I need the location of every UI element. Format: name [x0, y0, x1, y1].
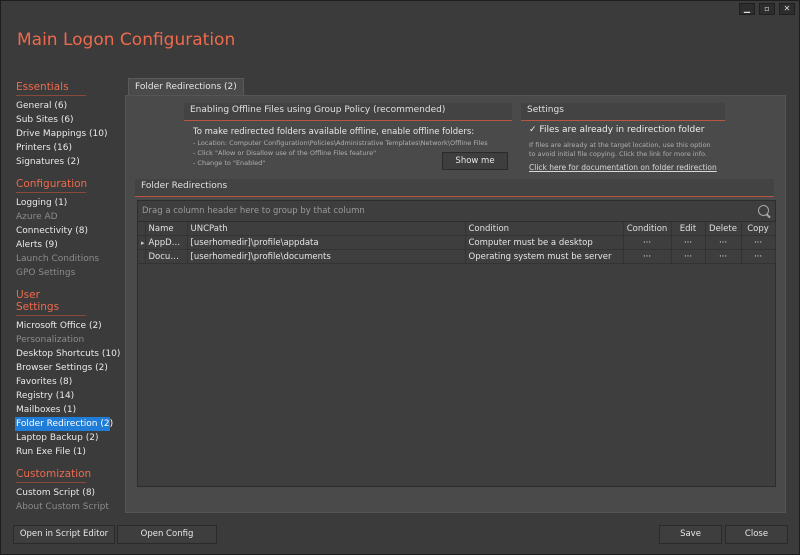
checkmark-icon: ✓: [529, 125, 537, 135]
cell-name[interactable]: AppData: [145, 235, 188, 250]
indicator-header: [138, 222, 146, 236]
row-indicator-icon: [138, 249, 146, 264]
row-indicator-icon: ▸: [138, 235, 146, 250]
tab-folder-redirections[interactable]: Folder Redirections (2): [128, 78, 244, 96]
sidebar-item-printers[interactable]: Printers (16): [15, 141, 119, 155]
sidebar-item-favorites[interactable]: Favorites (8): [15, 375, 119, 389]
offline-intro-text: To make redirected folders available off…: [193, 127, 475, 137]
sidebar-item-logging[interactable]: Logging (1): [15, 196, 119, 210]
cell-condition[interactable]: Operating system must be server: [465, 249, 624, 264]
table-row[interactable]: Documents [userhomedir]\profile\document…: [138, 249, 776, 264]
cell-uncpath[interactable]: [userhomedir]\profile\documents: [187, 249, 466, 264]
grid-section-header: Folder Redirections: [135, 179, 774, 197]
sidebar-item-mailboxes[interactable]: Mailboxes (1): [15, 403, 119, 417]
cell-name[interactable]: Documents: [145, 249, 188, 264]
column-header-name[interactable]: Name: [145, 222, 188, 236]
sidebar-item-sub-sites[interactable]: Sub Sites (6): [15, 113, 119, 127]
already-in-folder-checkbox[interactable]: ✓ Files are already in redirection folde…: [529, 125, 704, 135]
column-header-uncpath[interactable]: UNCPath: [187, 222, 466, 236]
offline-step-enable: - Change to "Enabled": [193, 159, 266, 167]
column-header-condition[interactable]: Condition: [465, 222, 624, 236]
main-window: ▁ ▫ ✕ Main Logon Configuration Essential…: [0, 0, 800, 555]
close-icon[interactable]: ✕: [779, 3, 795, 15]
sidebar-item-custom-script[interactable]: Custom Script (8): [15, 486, 119, 500]
section-customization: Customization: [16, 468, 91, 483]
save-button[interactable]: Save: [659, 525, 722, 544]
close-button[interactable]: Close: [725, 525, 788, 544]
cell-condition[interactable]: Computer must be a desktop: [465, 235, 624, 250]
table-header-row: Name UNCPath Condition Condition Edit De…: [138, 222, 776, 236]
redirections-grid: Drag a column header here to group by th…: [137, 200, 776, 487]
search-icon[interactable]: [758, 205, 769, 216]
sidebar-item-about-custom-script[interactable]: About Custom Script: [15, 500, 119, 514]
edit-button[interactable]: ···: [671, 235, 706, 250]
section-configuration: Configuration: [16, 178, 87, 193]
sidebar-item-drive-mappings[interactable]: Drive Mappings (10): [15, 127, 119, 141]
open-config-button[interactable]: Open Config: [117, 525, 217, 544]
table-row[interactable]: ▸ AppData [userhomedir]\profile\appdata …: [138, 235, 776, 250]
delete-button[interactable]: ···: [705, 235, 742, 250]
sidebar-item-folder-redirection[interactable]: Folder Redirection (2): [15, 417, 113, 431]
sidebar-item-microsoft-office[interactable]: Microsoft Office (2): [15, 319, 119, 333]
cell-uncpath[interactable]: [userhomedir]\profile\appdata: [187, 235, 466, 250]
sidebar-item-personalization[interactable]: Personalization: [15, 333, 119, 347]
column-header-condition-btn[interactable]: Condition: [623, 222, 672, 236]
sidebar-item-launch-conditions[interactable]: Launch Conditions: [15, 252, 119, 266]
group-hint: Drag a column header here to group by th…: [142, 206, 365, 216]
offline-step-location: - Location: Computer Configuration\Polic…: [193, 139, 488, 147]
window-controls: ▁ ▫ ✕: [739, 3, 795, 15]
sidebar-item-azure-ad[interactable]: Azure AD: [15, 210, 119, 224]
section-user-settings: User Settings: [16, 289, 86, 316]
settings-header: Settings: [521, 103, 725, 121]
minimize-icon[interactable]: ▁: [739, 3, 755, 15]
sidebar-item-alerts[interactable]: Alerts (9): [15, 238, 119, 252]
app-title: Main Logon Configuration: [17, 30, 236, 50]
show-me-button[interactable]: Show me: [442, 152, 508, 170]
checkbox-label: Files are already in redirection folder: [539, 125, 705, 135]
column-header-delete[interactable]: Delete: [705, 222, 742, 236]
offline-files-header: Enabling Offline Files using Group Polic…: [184, 103, 512, 121]
section-essentials: Essentials: [16, 81, 86, 96]
sidebar-item-desktop-shortcuts[interactable]: Desktop Shortcuts (10): [15, 347, 120, 361]
sidebar-item-general[interactable]: General (6): [15, 99, 119, 113]
sidebar-item-laptop-backup[interactable]: Laptop Backup (2): [15, 431, 119, 445]
settings-help-line2: to avoid initial file copying. Click the…: [529, 150, 707, 158]
group-by-bar[interactable]: Drag a column header here to group by th…: [138, 201, 775, 222]
documentation-link[interactable]: Click here for documentation on folder r…: [529, 163, 717, 172]
delete-button[interactable]: ···: [705, 249, 742, 264]
restore-icon[interactable]: ▫: [759, 3, 775, 15]
sidebar-item-signatures[interactable]: Signatures (2): [15, 155, 119, 169]
column-header-edit[interactable]: Edit: [671, 222, 706, 236]
edit-button[interactable]: ···: [671, 249, 706, 264]
sidebar-item-registry[interactable]: Registry (14): [15, 389, 119, 403]
redirections-table: Name UNCPath Condition Condition Edit De…: [138, 222, 776, 264]
condition-button[interactable]: ···: [623, 235, 672, 250]
open-in-script-editor-button[interactable]: Open in Script Editor: [13, 525, 115, 544]
sidebar-item-run-exe-file[interactable]: Run Exe File (1): [15, 445, 119, 459]
sidebar-item-connectivity[interactable]: Connectivity (8): [15, 224, 119, 238]
sidebar-item-browser-settings[interactable]: Browser Settings (2): [15, 361, 119, 375]
column-header-copy[interactable]: Copy: [741, 222, 776, 236]
settings-help-line1: If files are already at the target locat…: [529, 141, 711, 149]
copy-button[interactable]: ···: [741, 249, 776, 264]
condition-button[interactable]: ···: [623, 249, 672, 264]
sidebar: Essentials General (6) Sub Sites (6) Dri…: [15, 81, 120, 514]
copy-button[interactable]: ···: [741, 235, 776, 250]
offline-step-click: - Click "Allow or Disallow use of the Of…: [193, 149, 377, 157]
sidebar-item-gpo-settings[interactable]: GPO Settings: [15, 266, 119, 280]
